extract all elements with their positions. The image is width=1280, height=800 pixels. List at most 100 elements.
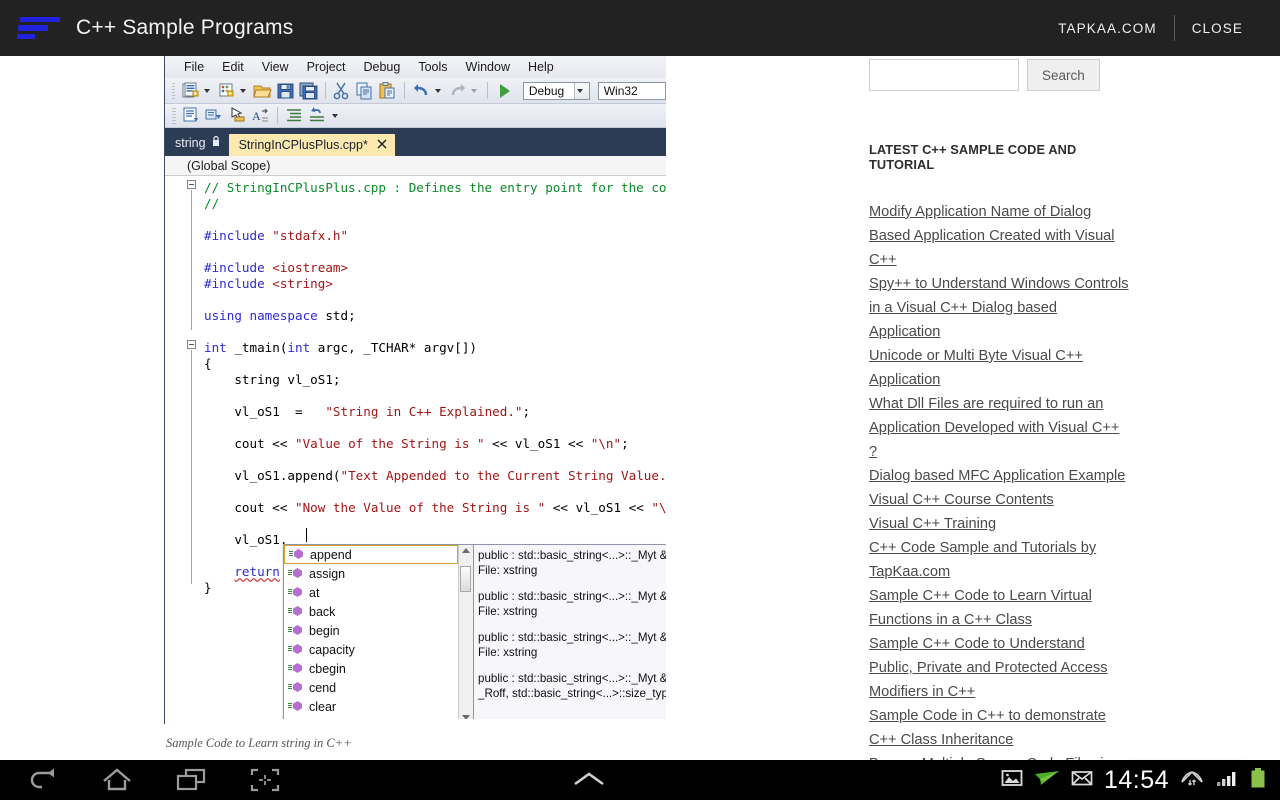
intellisense-item[interactable]: assign (284, 564, 458, 583)
toggle-ruler-icon[interactable] (227, 106, 248, 126)
sidebar-link-list: Modify Application Name of Dialog Based … (869, 200, 1129, 760)
tool-tab-label: string (175, 136, 206, 150)
code-line: string vl_oS1; (234, 372, 341, 387)
toolbar-grip[interactable] (172, 82, 175, 99)
sidebar-link[interactable]: C++ Code Sample and Tutorials by TapKaa.… (869, 536, 1129, 584)
sidebar-link[interactable]: Sample C++ Code to Learn Virtual Functio… (869, 584, 1129, 632)
font-icon[interactable]: A (250, 106, 271, 126)
show-all-files-icon[interactable] (181, 106, 202, 126)
intellisense-item[interactable]: cbegin (284, 659, 458, 678)
site-link-button[interactable]: TAPKAA.COM (1041, 21, 1174, 36)
intellisense-item-label: cend (309, 680, 337, 695)
recent-apps-button[interactable] (154, 760, 228, 800)
change-marker-green (174, 532, 179, 554)
start-debugging-icon[interactable] (494, 81, 515, 101)
add-new-item-icon[interactable] (216, 81, 237, 101)
menu-edit[interactable]: Edit (213, 58, 253, 76)
toolbar-grip[interactable] (172, 107, 176, 124)
toolbar-overflow-icon[interactable] (332, 113, 338, 118)
document-tab-stringincplusplus[interactable]: StringInCPlusPlus.cpp* (228, 134, 395, 156)
solution-configuration-combo[interactable]: Debug (522, 81, 590, 100)
fold-toggle-icon[interactable] (187, 340, 196, 349)
menu-file[interactable]: File (175, 58, 213, 76)
visual-studio-screenshot: File Edit View Project Debug Tools Windo… (164, 56, 666, 724)
vs-menu-bar: File Edit View Project Debug Tools Windo… (165, 56, 666, 78)
scroll-down-icon[interactable] (462, 715, 470, 719)
solution-platform-combo[interactable]: Win32 (597, 81, 666, 100)
scrollbar-thumb[interactable] (460, 566, 471, 592)
screenshot-button[interactable] (228, 760, 302, 800)
menu-debug[interactable]: Debug (354, 58, 409, 76)
save-icon[interactable] (275, 81, 296, 101)
sidebar-link[interactable]: Visual C++ Training (869, 512, 1129, 536)
intellisense-item[interactable]: cend (284, 678, 458, 697)
home-button[interactable] (80, 760, 154, 800)
cut-icon[interactable] (331, 81, 352, 101)
pin-icon[interactable] (211, 135, 221, 150)
intellisense-item-label: back (309, 604, 336, 619)
sidebar-link[interactable]: Visual C++ Course Contents (869, 488, 1129, 512)
sidebar-link[interactable]: What Dll Files are required to run an Ap… (869, 392, 1129, 464)
indent-icon[interactable] (284, 106, 305, 126)
sidebar-heading: LATEST C++ SAMPLE CODE AND TUTORIAL (869, 142, 1077, 172)
expand-notifications-button[interactable] (552, 760, 626, 800)
menu-help[interactable]: Help (519, 58, 563, 76)
undo-edit-icon[interactable] (307, 106, 328, 126)
sidebar-link[interactable]: Browse Multiple Source Code Files in Vis… (869, 752, 1129, 760)
copy-icon[interactable] (354, 81, 375, 101)
search-input[interactable] (869, 59, 1019, 91)
code-editor[interactable]: // StringInCPlusPlus.cpp : Defines the e… (165, 176, 666, 719)
menu-tools[interactable]: Tools (409, 58, 456, 76)
close-icon[interactable] (377, 138, 387, 152)
sidebar: Search LATEST C++ SAMPLE CODE AND TUTORI… (869, 56, 1129, 760)
intellisense-item[interactable]: back (284, 602, 458, 621)
config-combo-arrow-icon[interactable] (573, 82, 589, 99)
properties-icon[interactable] (204, 106, 225, 126)
intellisense-item[interactable]: at (284, 583, 458, 602)
paste-icon[interactable] (377, 81, 398, 101)
sidebar-link[interactable]: Modify Application Name of Dialog Based … (869, 200, 1129, 272)
back-button[interactable] (6, 760, 80, 800)
intellisense-item[interactable]: clear (284, 697, 458, 716)
scope-label: (Global Scope) (187, 158, 271, 173)
add-item-dropdown-icon[interactable] (239, 88, 246, 93)
search-button[interactable]: Search (1027, 59, 1100, 91)
sidebar-link[interactable]: Dialog based MFC Application Example (869, 464, 1129, 488)
tool-window-tab-string[interactable]: string (173, 132, 229, 156)
config-combo-value: Debug (528, 83, 565, 98)
scope-navigation-bar[interactable]: (Global Scope) (165, 156, 666, 176)
code-line: // StringInCPlusPlus.cpp : Defines the e… (204, 180, 666, 195)
intellisense-list[interactable]: append assign at back begin capacity cbegin cen… (284, 545, 458, 719)
sidebar-link[interactable]: Sample C++ Code to Understand Public, Pr… (869, 632, 1129, 704)
undo-icon[interactable] (411, 81, 432, 101)
intellisense-item[interactable]: append (284, 545, 458, 564)
new-project-icon[interactable] (180, 81, 201, 101)
menu-window[interactable]: Window (457, 58, 519, 76)
toolbar-separator (324, 82, 326, 99)
redo-dropdown-icon[interactable] (471, 88, 478, 93)
undo-dropdown-icon[interactable] (435, 88, 442, 93)
sidebar-link[interactable]: Spy++ to Understand Windows Controls in … (869, 272, 1129, 344)
intellisense-popup[interactable]: append assign at back begin capacity cbegin cen… (283, 544, 666, 719)
intellisense-item-label: assign (309, 566, 346, 581)
sidebar-link[interactable]: Sample Code in C++ to demonstrate C++ Cl… (869, 704, 1129, 752)
redo-icon[interactable] (447, 81, 468, 101)
menu-project[interactable]: Project (298, 58, 355, 76)
scroll-up-icon[interactable] (462, 548, 470, 553)
intellisense-item[interactable]: capacity (284, 640, 458, 659)
paper-plane-icon (1034, 768, 1060, 793)
save-all-icon[interactable] (298, 81, 319, 101)
new-project-dropdown-icon[interactable] (203, 88, 210, 93)
close-button[interactable]: CLOSE (1175, 21, 1260, 36)
menu-view[interactable]: View (253, 58, 298, 76)
code-line: vl_oS1. (234, 532, 288, 547)
method-cube-icon (288, 586, 303, 599)
method-cube-icon (288, 681, 303, 694)
open-file-icon[interactable] (252, 81, 273, 101)
hamburger-logo-icon[interactable] (16, 11, 60, 45)
intellisense-item[interactable]: begin (284, 621, 458, 640)
toolbar-separator (487, 82, 488, 99)
sidebar-link[interactable]: Unicode or Multi Byte Visual C++ Applica… (869, 344, 1129, 392)
fold-toggle-icon[interactable] (187, 180, 196, 189)
method-cube-icon (288, 605, 303, 618)
